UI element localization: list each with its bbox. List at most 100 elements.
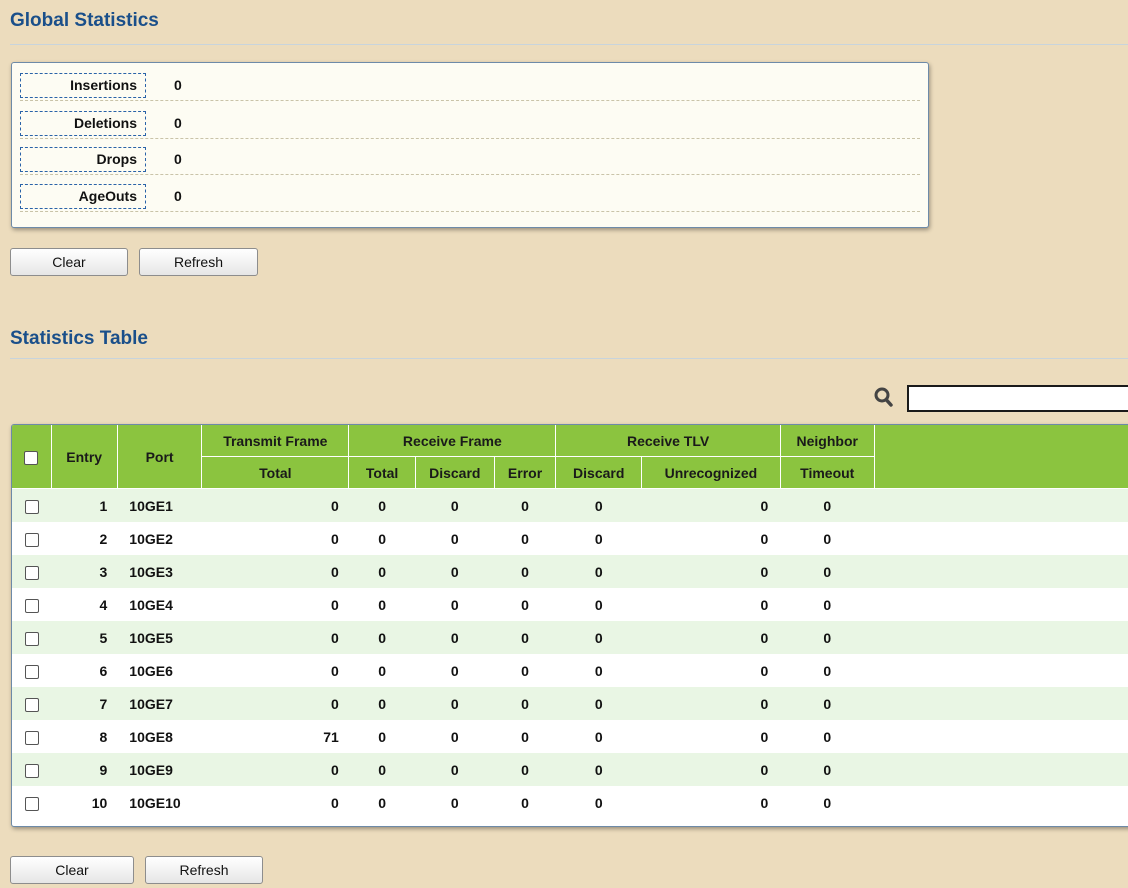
row-checkbox[interactable]	[24, 763, 39, 778]
cell-rx-discard: 0	[415, 522, 495, 555]
row-checkbox[interactable]	[24, 796, 39, 811]
table-row[interactable]: 8 10GE8 71 0 0 0 0 0 0	[12, 720, 1128, 753]
cell-tlv-unrecognized: 0	[641, 488, 781, 522]
cell-rx-total: 0	[348, 488, 416, 522]
cell-timeout: 0	[780, 786, 875, 819]
global-clear-button[interactable]: Clear	[10, 248, 128, 276]
table-row[interactable]: 7 10GE7 0 0 0 0 0 0 0	[12, 687, 1128, 720]
cell-filler	[874, 522, 1128, 555]
stat-row-drops: Drops 0	[20, 147, 920, 175]
row-select-cell	[12, 555, 52, 588]
header-tlv-unrecognized: Unrecognized	[641, 456, 781, 489]
stat-value: 0	[174, 188, 182, 204]
table-row[interactable]: 3 10GE3 0 0 0 0 0 0 0	[12, 555, 1128, 588]
cell-port: 10GE5	[117, 621, 202, 654]
cell-port: 10GE3	[117, 555, 202, 588]
cell-tlv-unrecognized: 0	[641, 654, 781, 687]
cell-rx-error: 0	[494, 621, 556, 654]
cell-port: 10GE4	[117, 588, 202, 621]
cell-tlv-unrecognized: 0	[641, 687, 781, 720]
row-checkbox[interactable]	[24, 598, 39, 613]
row-checkbox[interactable]	[24, 664, 39, 679]
cell-tx-total: 0	[201, 488, 349, 522]
cell-timeout: 0	[780, 753, 875, 786]
cell-tlv-discard: 0	[555, 522, 642, 555]
cell-rx-total: 0	[348, 555, 416, 588]
header-receive-error: Error	[494, 456, 557, 489]
cell-rx-total: 0	[348, 753, 416, 786]
cell-rx-total: 0	[348, 786, 416, 819]
stat-value: 0	[174, 115, 182, 131]
table-row[interactable]: 1 10GE1 0 0 0 0 0 0 0	[12, 488, 1128, 522]
row-select-cell	[12, 753, 52, 786]
cell-filler	[874, 753, 1128, 786]
stat-label: AgeOuts	[20, 184, 146, 209]
header-transmit-frame: Transmit Frame	[201, 425, 350, 457]
row-checkbox[interactable]	[24, 697, 39, 712]
table-row[interactable]: 10 10GE10 0 0 0 0 0 0 0	[12, 786, 1128, 819]
header-timeout: Timeout	[780, 456, 875, 489]
cell-filler	[874, 687, 1128, 720]
row-checkbox[interactable]	[24, 631, 39, 646]
table-row[interactable]: 4 10GE4 0 0 0 0 0 0 0	[12, 588, 1128, 621]
cell-filler	[874, 621, 1128, 654]
row-select-cell	[12, 687, 52, 720]
search-input[interactable]	[907, 385, 1128, 412]
cell-rx-discard: 0	[415, 687, 495, 720]
row-select-cell	[12, 786, 52, 819]
table-row[interactable]: 2 10GE2 0 0 0 0 0 0 0	[12, 522, 1128, 555]
statistics-table-panel: Entry Port Transmit Frame Receive Frame …	[11, 424, 1128, 827]
cell-entry: 5	[51, 621, 118, 654]
global-refresh-button[interactable]: Refresh	[139, 248, 258, 276]
row-checkbox[interactable]	[24, 565, 39, 580]
cell-rx-error: 0	[494, 654, 556, 687]
cell-port: 10GE7	[117, 687, 202, 720]
cell-entry: 1	[51, 488, 118, 522]
cell-tlv-unrecognized: 0	[641, 720, 781, 753]
stat-label: Insertions	[20, 73, 146, 98]
row-checkbox[interactable]	[24, 499, 39, 514]
header-entry: Entry	[51, 425, 118, 489]
stat-row-ageouts: AgeOuts 0	[20, 184, 920, 212]
table-refresh-button[interactable]: Refresh	[145, 856, 263, 884]
table-row[interactable]: 9 10GE9 0 0 0 0 0 0 0	[12, 753, 1128, 786]
cell-filler	[874, 488, 1128, 522]
cell-tx-total: 0	[201, 621, 349, 654]
cell-filler	[874, 555, 1128, 588]
table-row[interactable]: 6 10GE6 0 0 0 0 0 0 0	[12, 654, 1128, 687]
cell-tx-total: 0	[201, 555, 349, 588]
row-select-cell	[12, 654, 52, 687]
cell-tlv-discard: 0	[555, 786, 642, 819]
row-select-cell	[12, 720, 52, 753]
stat-row-deletions: Deletions 0	[20, 111, 920, 139]
cell-rx-total: 0	[348, 621, 416, 654]
global-statistics-panel: Insertions 0 Deletions 0 Drops 0 AgeOuts…	[11, 62, 929, 228]
cell-tlv-discard: 0	[555, 720, 642, 753]
cell-rx-discard: 0	[415, 488, 495, 522]
cell-timeout: 0	[780, 522, 875, 555]
cell-rx-error: 0	[494, 720, 556, 753]
table-clear-button[interactable]: Clear	[10, 856, 134, 884]
row-checkbox[interactable]	[24, 730, 39, 745]
cell-tlv-discard: 0	[555, 621, 642, 654]
cell-rx-discard: 0	[415, 786, 495, 819]
select-all-header	[12, 425, 52, 489]
cell-rx-discard: 0	[415, 753, 495, 786]
cell-filler	[874, 720, 1128, 753]
cell-rx-total: 0	[348, 588, 416, 621]
row-select-cell	[12, 588, 52, 621]
cell-rx-error: 0	[494, 555, 556, 588]
cell-rx-total: 0	[348, 687, 416, 720]
header-neighbor: Neighbor	[780, 425, 875, 457]
cell-tx-total: 71	[201, 720, 349, 753]
cell-filler	[874, 588, 1128, 621]
cell-port: 10GE2	[117, 522, 202, 555]
table-row[interactable]: 5 10GE5 0 0 0 0 0 0 0	[12, 621, 1128, 654]
statistics-table-title: Statistics Table	[10, 328, 148, 349]
cell-rx-total: 0	[348, 720, 416, 753]
select-all-checkbox[interactable]	[24, 450, 39, 465]
cell-timeout: 0	[780, 588, 875, 621]
cell-tlv-discard: 0	[555, 753, 642, 786]
row-checkbox[interactable]	[24, 532, 39, 547]
cell-entry: 2	[51, 522, 118, 555]
